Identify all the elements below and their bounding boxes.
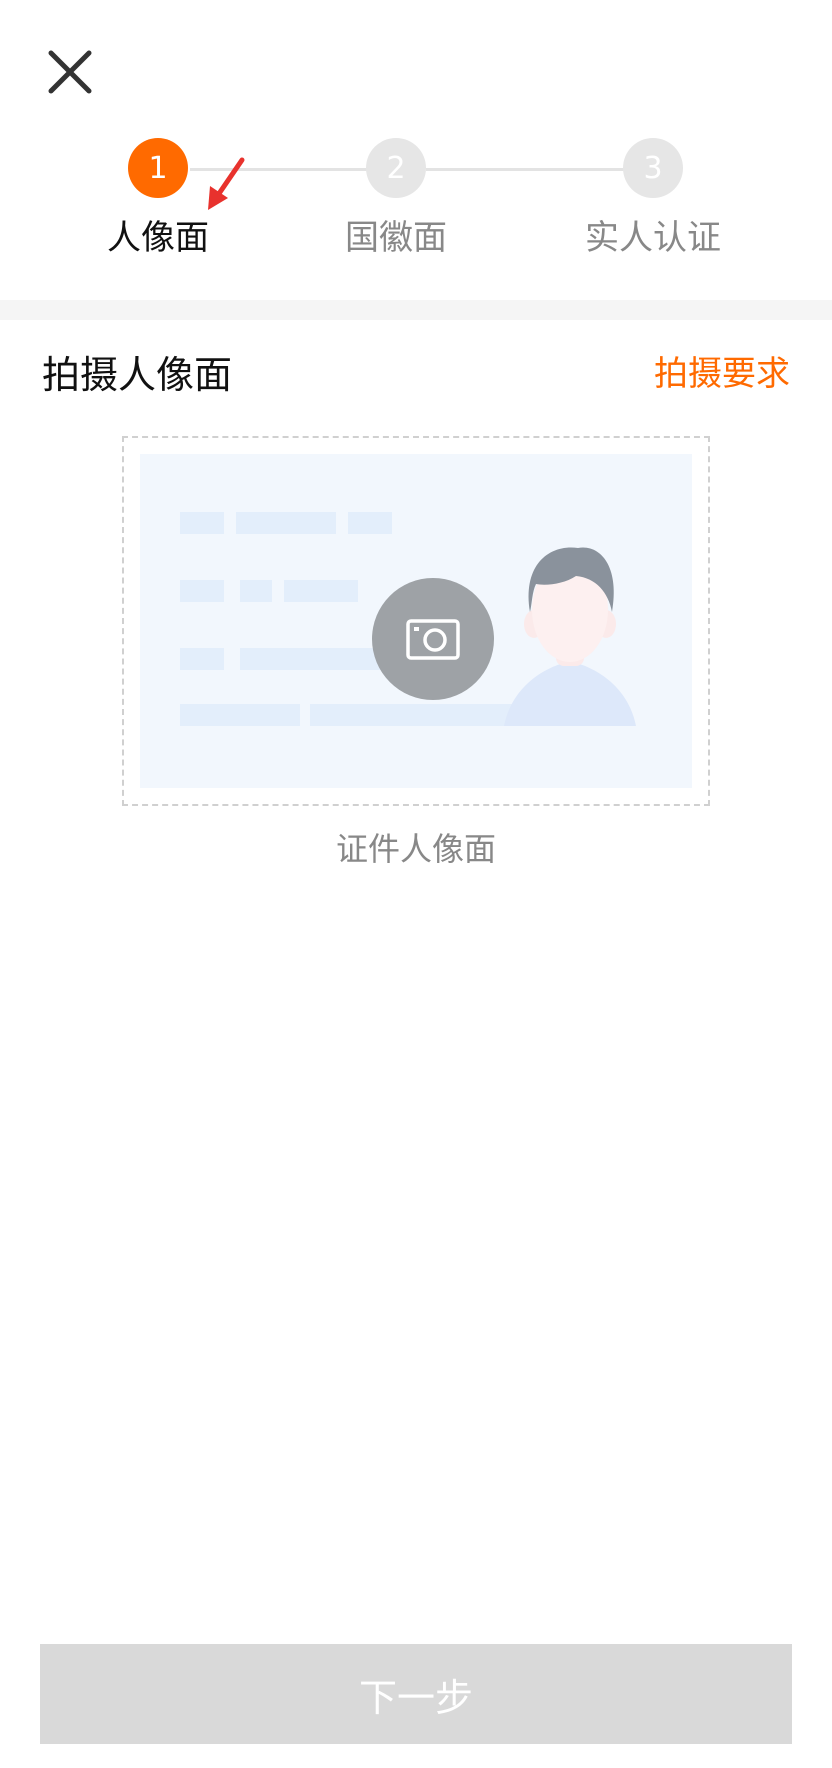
step-3-label: 实人认证	[585, 218, 721, 258]
placeholder-line	[348, 512, 392, 534]
placeholder-line	[284, 580, 358, 602]
step-3-number: 3	[643, 150, 663, 186]
annotation-arrow-icon	[208, 157, 245, 210]
placeholder-line	[180, 580, 224, 602]
next-step-button[interactable]: 下一步	[40, 1644, 792, 1744]
step-3-circle: 3	[623, 138, 683, 198]
placeholder-line	[180, 704, 300, 726]
portrait-illustration-icon	[504, 547, 636, 726]
placeholder-line	[236, 512, 336, 534]
step-1-number: 1	[148, 150, 168, 186]
progress-stepper: 1 2 3 人像面 国徽面 实人认证	[0, 130, 832, 260]
section-divider	[0, 300, 832, 320]
id-card-placeholder	[140, 454, 692, 788]
take-photo-button[interactable]	[372, 578, 494, 700]
step-2-label: 国徽面	[345, 218, 447, 258]
placeholder-line	[240, 580, 272, 602]
step-2-circle: 2	[366, 138, 426, 198]
placeholder-line	[180, 648, 224, 670]
shooting-requirements-link[interactable]: 拍摄要求	[654, 346, 790, 395]
upload-caption: 证件人像面	[335, 830, 496, 868]
section-title: 拍摄人像面	[42, 353, 233, 397]
close-button[interactable]	[38, 40, 102, 104]
step-2-number: 2	[386, 150, 406, 186]
camera-icon	[406, 619, 460, 660]
placeholder-line	[180, 512, 224, 534]
close-icon	[48, 50, 92, 94]
step-connector	[426, 168, 652, 171]
step-1-circle: 1	[128, 138, 188, 198]
id-card-upload-area[interactable]	[122, 436, 710, 806]
step-1-label: 人像面	[107, 218, 209, 258]
